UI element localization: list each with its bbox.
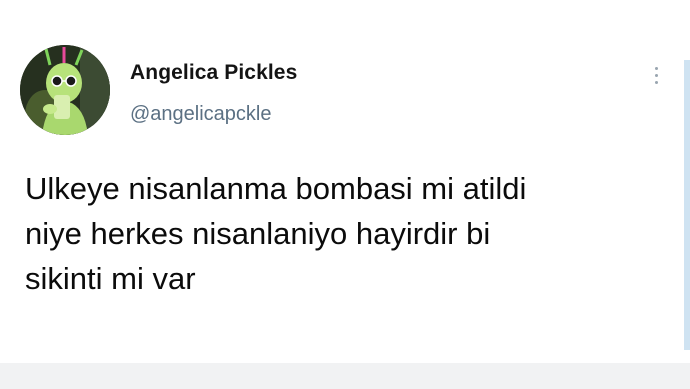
avatar[interactable]	[20, 45, 110, 135]
tweet-text-line: sikinti mi var	[25, 261, 196, 296]
vertical-ellipsis-icon	[654, 80, 658, 84]
tweet-card: Angelica Pickles @angelicapckle Ulkeye n…	[0, 0, 690, 389]
tweet-text-line: Ulkeye nisanlanma bombasi mi atildi	[25, 171, 527, 206]
author-handle[interactable]: @angelicapckle	[130, 103, 272, 126]
bottom-divider	[0, 363, 690, 389]
more-options-button[interactable]	[646, 60, 666, 90]
avatar-image	[20, 45, 110, 135]
scrollbar[interactable]	[684, 60, 690, 350]
tweet-text: Ulkeye nisanlanma bombasi mi atildi niye…	[25, 166, 665, 301]
author-display-name[interactable]: Angelica Pickles	[130, 61, 297, 85]
vertical-ellipsis-icon	[654, 66, 658, 70]
tweet-text-line: niye herkes nisanlaniyo hayirdir bi	[25, 216, 491, 251]
vertical-ellipsis-icon	[654, 73, 658, 77]
